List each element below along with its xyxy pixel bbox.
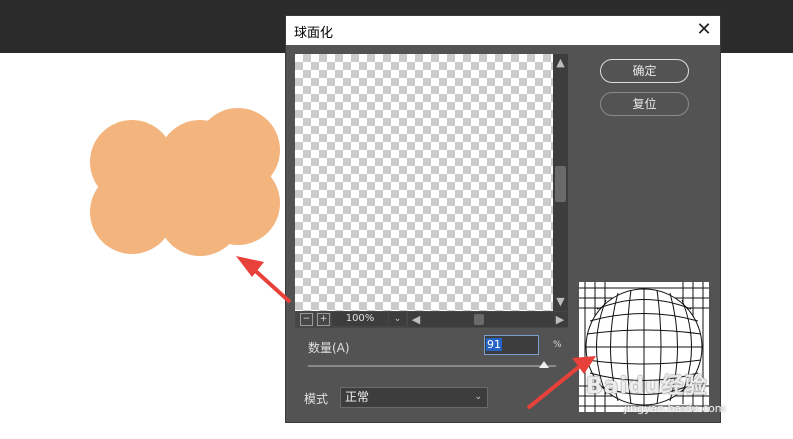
arrow-icon bbox=[526, 356, 596, 410]
arrow-icon bbox=[236, 256, 292, 304]
annotation-arrows bbox=[236, 256, 596, 410]
